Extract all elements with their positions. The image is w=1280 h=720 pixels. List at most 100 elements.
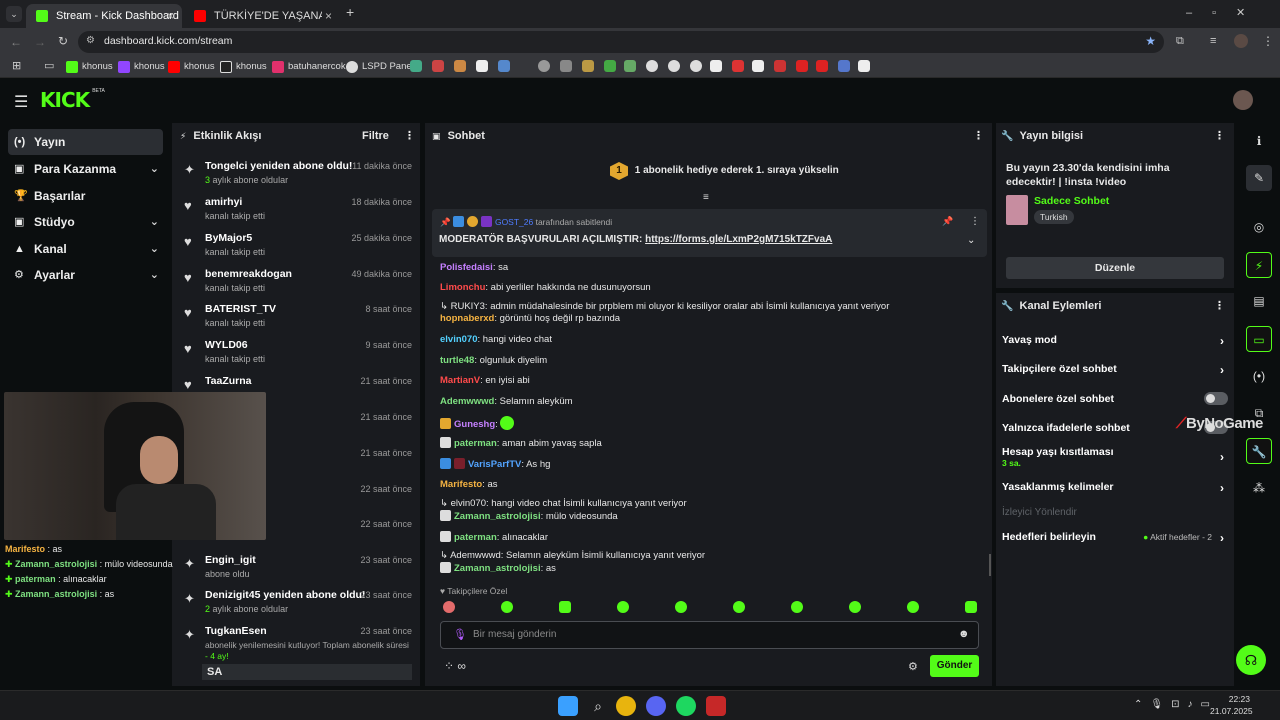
action-set-goals[interactable]: Hedefleri belirleyin ● Aktif hedefler - … bbox=[1002, 531, 1228, 545]
bookmark-icon[interactable] bbox=[710, 60, 722, 72]
browser-menu-icon[interactable]: ⋮ bbox=[1262, 34, 1274, 48]
bookmark-icon[interactable] bbox=[604, 60, 616, 72]
chat-username[interactable]: elvin070 bbox=[440, 334, 478, 345]
folder-icon[interactable]: ▭ bbox=[44, 59, 54, 72]
chat-username[interactable]: Limonchu bbox=[440, 282, 485, 293]
bookmark-icon[interactable] bbox=[752, 60, 764, 72]
camera-icon[interactable]: ◎ bbox=[1246, 214, 1272, 240]
emote-icon[interactable] bbox=[559, 601, 571, 613]
back-icon[interactable]: ← bbox=[10, 35, 22, 49]
spotify-icon[interactable] bbox=[676, 696, 696, 716]
bookmark-khonus-kick[interactable]: khonus bbox=[66, 60, 113, 74]
action-banned-words[interactable]: Yasaklanmış kelimeler › bbox=[1002, 481, 1228, 495]
support-chat-button[interactable]: ☊ bbox=[1236, 645, 1266, 675]
bookmark-icon[interactable] bbox=[838, 60, 850, 72]
emoji-icon[interactable]: ☻ bbox=[958, 628, 970, 640]
emote-icon[interactable] bbox=[791, 601, 803, 613]
reading-list-icon[interactable]: ≡ bbox=[1210, 35, 1216, 47]
more-options-icon[interactable]: ⋮ bbox=[970, 216, 980, 227]
new-tab-button[interactable]: + bbox=[346, 4, 354, 20]
bookmark-icon[interactable] bbox=[646, 60, 658, 72]
hamburger-menu-icon[interactable]: ☰ bbox=[14, 92, 28, 112]
bookmark-icon[interactable] bbox=[432, 60, 444, 72]
discord-icon[interactable] bbox=[646, 696, 666, 716]
bookmark-icon[interactable] bbox=[582, 60, 594, 72]
sidebar-item-para-kazanma[interactable]: ▣ Para Kazanma ⌄ bbox=[8, 156, 163, 182]
emote-icon[interactable] bbox=[617, 601, 629, 613]
bookmark-lspd-panel[interactable]: LSPD Panel bbox=[346, 60, 414, 74]
chat-username[interactable]: hopnaberxd bbox=[440, 313, 494, 324]
bolt-icon[interactable]: ⚡ bbox=[1246, 252, 1272, 278]
chat-input[interactable]: 🎙 Bir mesaj gönderin ☻ bbox=[440, 621, 979, 649]
clock[interactable]: 22:23 21.07.2025 bbox=[1210, 693, 1253, 717]
profile-avatar[interactable] bbox=[1234, 34, 1248, 48]
document-icon[interactable]: ▤ bbox=[1246, 288, 1272, 314]
chat-username[interactable]: VarisParfTV bbox=[468, 459, 521, 470]
channel-points[interactable]: ⁘ ∞ bbox=[444, 659, 466, 673]
emote-icon[interactable] bbox=[907, 601, 919, 613]
sidebar-item-basarilar[interactable]: 🏆 Başarılar bbox=[8, 183, 163, 209]
extensions-icon[interactable]: ⧉ bbox=[1176, 35, 1184, 48]
bookmark-icon[interactable] bbox=[796, 60, 808, 72]
category-name[interactable]: Sadece Sohbet bbox=[1034, 195, 1109, 207]
chrome-icon[interactable] bbox=[616, 696, 636, 716]
gift-banner[interactable]: 1 1 abonelik hediye ederek 1. sıraya yük… bbox=[610, 161, 839, 181]
bookmark-icon[interactable] bbox=[816, 60, 828, 72]
close-tab-icon[interactable]: × bbox=[325, 4, 332, 28]
sidebar-item-kanal[interactable]: ▲ Kanal ⌄ bbox=[8, 236, 163, 262]
bookmark-khonus-x[interactable]: khonus bbox=[220, 60, 267, 74]
chat-username[interactable]: Ademwwwd bbox=[440, 396, 494, 407]
sidebar-item-yayin[interactable]: (•) Yayın bbox=[8, 129, 163, 155]
chevron-up-icon[interactable]: ⌃ bbox=[1134, 699, 1150, 710]
collapse-icon[interactable]: ≡ bbox=[703, 192, 709, 203]
sidebar-item-ayarlar[interactable]: ⚙ Ayarlar ⌄ bbox=[8, 262, 163, 288]
tab-kick-dashboard[interactable]: Stream - Kick Dashboard × bbox=[26, 4, 182, 28]
action-account-age[interactable]: Hesap yaşı kısıtlaması 3 sa. › bbox=[1002, 446, 1228, 470]
more-options-icon[interactable]: ⋮ bbox=[1214, 123, 1225, 149]
bookmark-icon[interactable] bbox=[476, 60, 488, 72]
apps-icon[interactable]: ⊞ bbox=[12, 59, 21, 72]
emote-icon[interactable] bbox=[733, 601, 745, 613]
bookmark-icon[interactable] bbox=[454, 60, 466, 72]
chat-username[interactable]: Polisfedaisi bbox=[440, 262, 493, 273]
info-icon[interactable]: ℹ bbox=[1246, 128, 1272, 154]
chevron-down-icon[interactable]: ⌄ bbox=[967, 235, 975, 246]
unpin-icon[interactable]: 📌 bbox=[942, 216, 953, 227]
chat-settings-icon[interactable]: ⚙ bbox=[908, 660, 918, 673]
address-bar[interactable]: ⚙ dashboard.kick.com/stream ★ bbox=[78, 31, 1164, 53]
sidebar-item-studyo[interactable]: ▣ Stüdyo ⌄ bbox=[8, 209, 163, 235]
bookmark-icon[interactable] bbox=[560, 60, 572, 72]
filter-button[interactable]: Filtre bbox=[362, 123, 389, 149]
emote-icon[interactable] bbox=[675, 601, 687, 613]
chat-username[interactable]: MartianV bbox=[440, 375, 480, 386]
bookmark-khonus-youtube[interactable]: khonus bbox=[168, 60, 215, 74]
wrench-icon[interactable]: 🔧 bbox=[1246, 438, 1272, 464]
minimize-icon[interactable]: – bbox=[1186, 7, 1212, 19]
bookmark-star-icon[interactable]: ★ bbox=[1145, 34, 1156, 48]
reload-icon[interactable]: ↻ bbox=[58, 34, 68, 48]
bookmark-batuhanercok[interactable]: batuhanercok bbox=[272, 60, 346, 74]
bookmark-icon[interactable] bbox=[690, 60, 702, 72]
kick-logo[interactable]: KICK BETA bbox=[40, 88, 105, 112]
bookmark-icon[interactable] bbox=[538, 60, 550, 72]
chat-username[interactable]: paterman bbox=[454, 532, 497, 543]
app-icon[interactable] bbox=[706, 696, 726, 716]
close-window-icon[interactable]: ✕ bbox=[1236, 7, 1265, 19]
bookmark-icon[interactable] bbox=[858, 60, 870, 72]
bookmark-icon[interactable] bbox=[624, 60, 636, 72]
tab-youtube-video[interactable]: TÜRKİYE'DE YAŞANAN MOTOR × bbox=[184, 4, 340, 28]
more-options-icon[interactable]: ⋮ bbox=[973, 123, 984, 149]
emote-icon[interactable] bbox=[849, 601, 861, 613]
emote-icon[interactable] bbox=[501, 601, 513, 613]
chat-username[interactable]: Zamann_astrolojisi bbox=[454, 511, 541, 522]
action-followers-only[interactable]: Takipçilere özel sohbet › bbox=[1002, 363, 1228, 377]
action-slow-mode[interactable]: Yavaş mod › bbox=[1002, 334, 1228, 348]
chat-username[interactable]: Zamann_astrolojisi bbox=[454, 563, 541, 574]
forward-icon[interactable]: → bbox=[34, 35, 46, 49]
network-icon[interactable]: ⊡ bbox=[1171, 699, 1187, 710]
edit-stream-button[interactable]: Düzenle bbox=[1006, 257, 1224, 279]
chat-bubble-icon[interactable]: ▭ bbox=[1246, 326, 1272, 352]
start-icon[interactable] bbox=[558, 696, 578, 716]
more-options-icon[interactable]: ⋮ bbox=[404, 123, 415, 149]
pinned-link[interactable]: https://forms.gle/LxmP2gM715kTZFvaA bbox=[645, 234, 832, 245]
